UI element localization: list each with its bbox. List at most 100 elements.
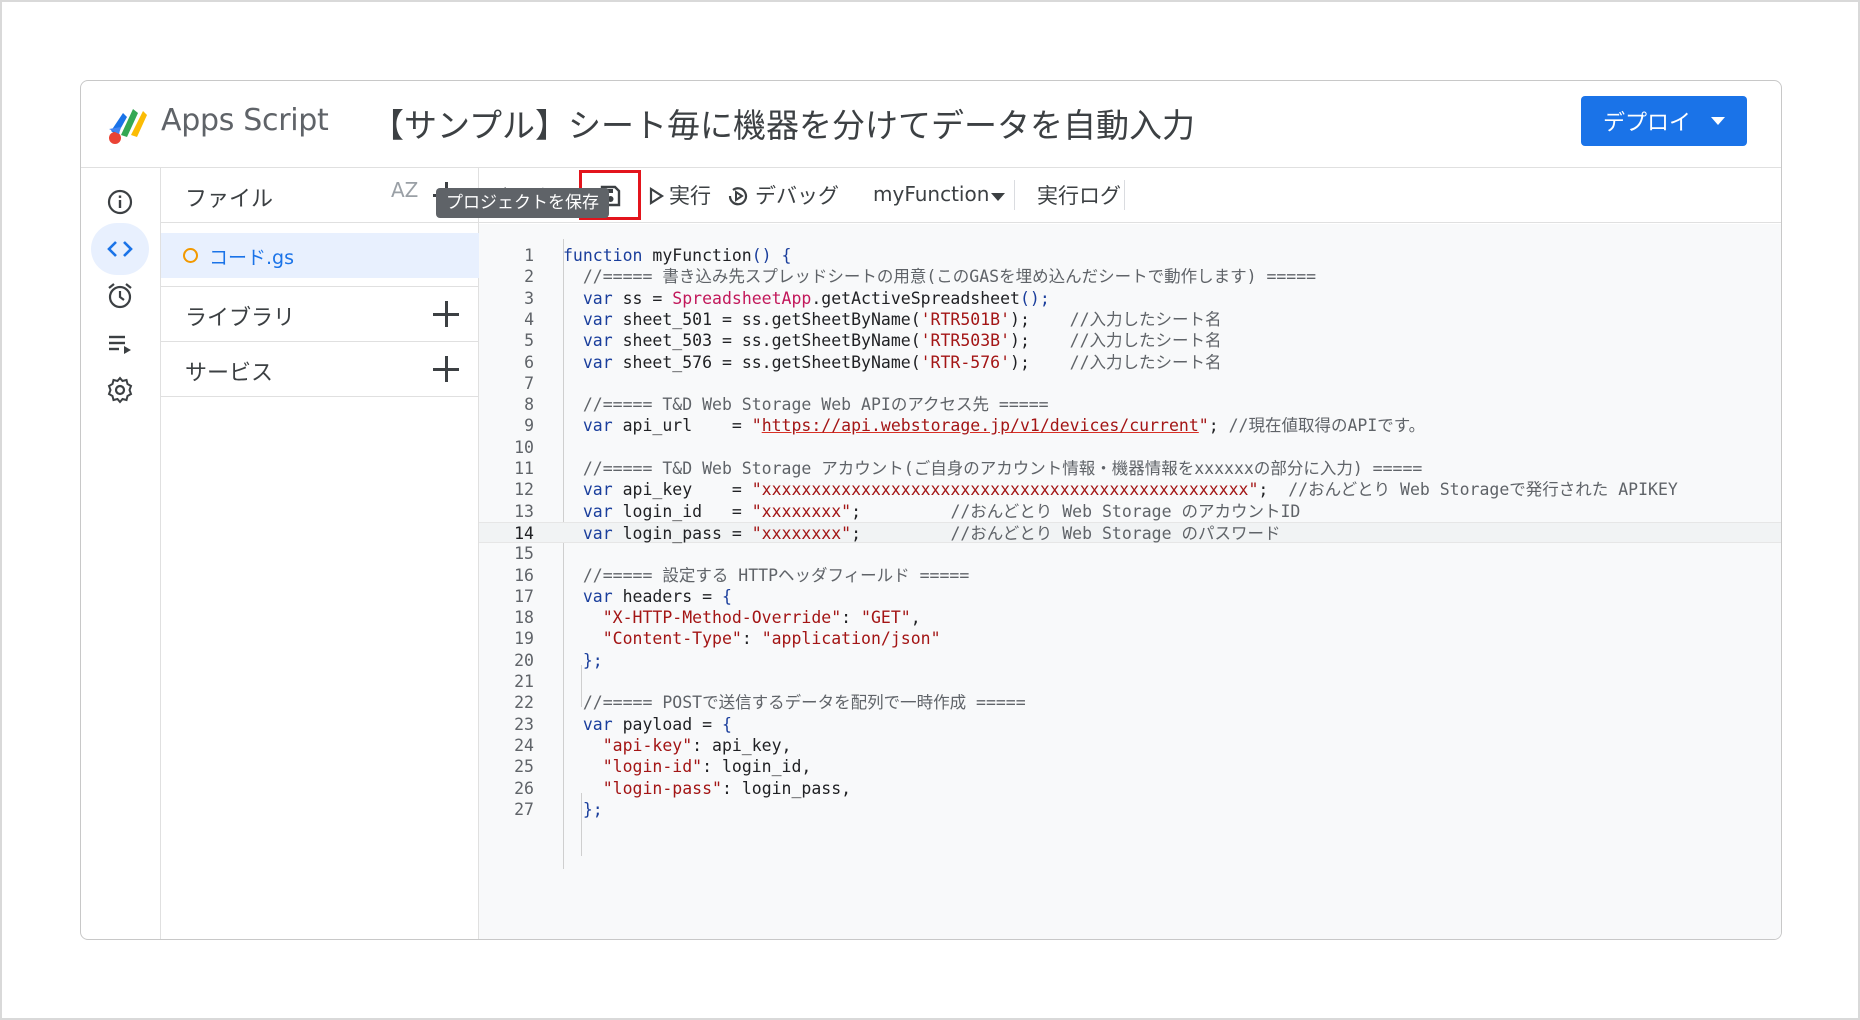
deploy-button[interactable]: デプロイ [1581,96,1747,146]
line-number: 13 [514,501,534,521]
code-text: var api_key = "xxxxxxxxxxxxxxxxxxxxxxxxx… [563,479,1678,500]
code-line[interactable]: 25 "login-id": login_id, [479,756,1781,777]
code-line[interactable]: 10 [479,437,1781,458]
code-token: 'RTR503B' [920,331,1011,351]
code-line[interactable]: 7 [479,373,1781,394]
code-token: sheet_576 = ss.getSheetByName( [622,352,921,372]
code-line[interactable]: 17 var headers = { [479,586,1781,607]
code-token: //入力したシート名 [1069,352,1222,372]
line-number: 22 [514,693,534,713]
code-token: ); [1010,309,1070,329]
code-text: "api-key": api_key, [563,735,792,756]
code-token: : login_id, [702,757,812,777]
code-line[interactable]: 2 //===== 書き込み先スプレッドシートの用意(このGASを埋め込んだシー… [479,266,1781,287]
code-line[interactable]: 15 [479,543,1781,564]
code-line[interactable]: 24 "api-key": api_key, [479,735,1781,756]
rail-settings[interactable] [91,364,149,416]
deploy-label: デプロイ [1603,111,1692,136]
project-title[interactable]: 【サンプル】シート毎に機器を分けてデータを自動入力 [371,99,1195,147]
code-line[interactable]: 12 var api_key = "xxxxxxxxxxxxxxxxxxxxxx… [479,479,1781,500]
code-token: : api_key, [692,735,792,755]
rail-editor[interactable] [91,223,149,275]
code-line[interactable]: 1 function myFunction() { [479,245,1781,266]
code-text: var headers = { [563,586,732,607]
rail-triggers[interactable] [91,270,149,322]
code-text: //===== T&D Web Storage アカウント(ご自身のアカウント情… [563,458,1423,479]
line-number: 20 [514,650,534,670]
code-line[interactable]: 27 }; [479,799,1781,820]
code-text: var login_id = "xxxxxxxx"; //おんどとり Web S… [563,501,1300,522]
code-line[interactable]: 16 //===== 設定する HTTPヘッダフィールド ===== [479,565,1781,586]
code-token: ); [1010,331,1070,351]
code-token: //現在値取得のAPIです。 [1228,416,1426,436]
header-bar: Apps Script 【サンプル】シート毎に機器を分けてデータを自動入力 デプ… [81,81,1781,168]
function-dropdown-icon[interactable] [991,193,1005,201]
code-token: //おんどとり Web Storage のパスワード [950,523,1281,543]
code-line[interactable]: 6 var sheet_576 = ss.getSheetByName('RTR… [479,352,1781,373]
code-token: function [563,246,653,265]
line-number: 3 [524,288,534,308]
line-number: 10 [514,437,534,457]
code-token: var [563,331,623,351]
code-text: "X-HTTP-Method-Override": "GET", [563,607,921,628]
code-token: //===== T&D Web Storage Web APIのアクセス先 ==… [563,395,1049,415]
add-service-plus-icon[interactable] [433,356,459,382]
files-header: ファイル AZ [161,168,478,223]
function-selector[interactable]: myFunction [873,182,989,206]
sort-az-icon[interactable]: AZ [391,180,418,200]
code-text: var payload = { [563,714,732,735]
code-text: var sheet_503 = ss.getSheetByName('RTR50… [563,330,1222,351]
code-line[interactable]: 3 var ss = SpreadsheetApp.getActiveSprea… [479,288,1781,309]
code-line[interactable]: 18 "X-HTTP-Method-Override": "GET", [479,607,1781,628]
line-number: 7 [524,373,534,393]
editor-toolbar: 実行 デバッグ myFunction 実行ログ [479,168,1781,223]
code-token: myFunction [652,246,752,265]
code-line[interactable]: 22 //===== POSTで送信するデータを配列で一時作成 ===== [479,692,1781,713]
code-editor[interactable]: 1 function myFunction() {2 //===== 書き込み先ス… [479,224,1781,939]
line-number: 25 [514,757,534,777]
add-library-plus-icon[interactable] [433,301,459,327]
debug-button[interactable]: デバッグ [755,180,839,210]
line-number: 5 [524,331,534,351]
code-line[interactable]: 14 var login_pass = "xxxxxxxx"; //おんどとり … [479,521,1781,543]
code-token: 'RTR-576' [920,352,1011,372]
code-line[interactable]: 20 }; [479,650,1781,671]
code-line[interactable]: 4 var sheet_501 = ss.getSheetByName('RTR… [479,309,1781,330]
line-number: 17 [514,586,534,606]
debug-icon[interactable] [724,182,752,210]
line-number: 15 [514,544,534,564]
code-line[interactable]: 21 [479,671,1781,692]
code-token: : [741,629,762,649]
files-title: ファイル [185,187,274,212]
code-token: , [910,608,921,628]
chevron-down-icon [1711,117,1725,125]
code-line[interactable]: 26 "login-pass": login_pass, [479,778,1781,799]
code-icon [107,241,133,257]
code-line[interactable]: 9 var api_url = "https://api.webstorage.… [479,415,1781,436]
services-label: サービス [185,361,274,386]
code-token: }; [563,799,603,819]
file-item-code-gs[interactable]: コード.gs [161,233,479,278]
code-line[interactable]: 8 //===== T&D Web Storage Web APIのアクセス先 … [479,394,1781,415]
code-token: var [563,480,623,500]
code-line[interactable]: 13 var login_id = "xxxxxxxx"; //おんどとり We… [479,501,1781,522]
gear-icon [107,376,133,404]
code-token: ; [1208,416,1229,436]
code-line[interactable]: 19 "Content-Type": "application/json" [479,628,1781,649]
code-token: () { [751,246,792,265]
rail-overview[interactable] [91,176,149,228]
code-line[interactable]: 11 //===== T&D Web Storage アカウント(ご自身のアカウ… [479,458,1781,479]
play-icon[interactable] [642,182,670,210]
unsaved-dot-icon [183,248,198,263]
app-name[interactable]: Apps Script [161,103,329,138]
executions-icon [109,335,131,354]
code-token: (); [1019,288,1050,308]
code-token: "GET" [861,608,911,628]
execution-log-button[interactable]: 実行ログ [1037,180,1121,210]
code-text: "Content-Type": "application/json" [563,628,941,649]
run-button[interactable]: 実行 [669,180,711,210]
code-line[interactable]: 5 var sheet_503 = ss.getSheetByName('RTR… [479,330,1781,351]
line-number: 21 [514,672,534,691]
rail-executions[interactable] [91,317,149,369]
code-line[interactable]: 23 var payload = { [479,714,1781,735]
